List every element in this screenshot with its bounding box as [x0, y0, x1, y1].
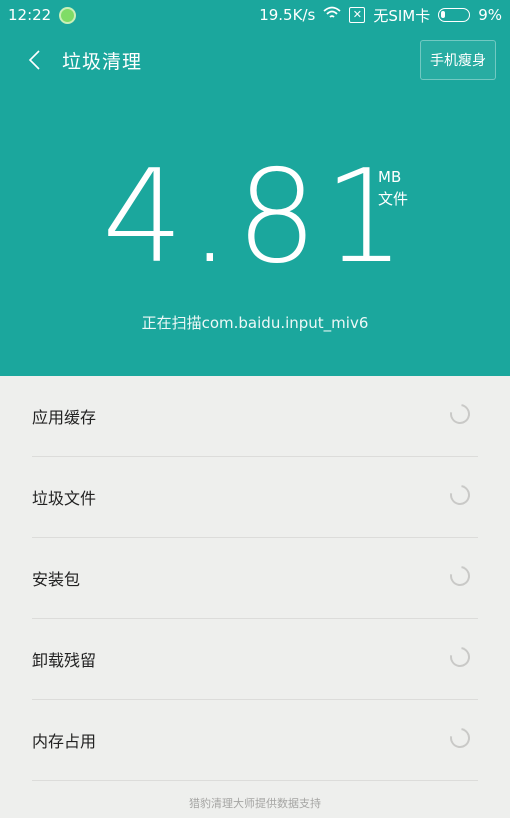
- scan-status-text: 正在扫描com.baidu.input_miv6: [141, 314, 369, 332]
- junk-category-list: 应用缓存 垃圾文件 安装包 卸载残留 内存占用 猎豹清理大师提供数据支持: [0, 376, 510, 811]
- category-install-packages[interactable]: 安装包: [32, 538, 478, 619]
- junk-size-display: 4.81 MB 文件: [102, 154, 411, 282]
- category-label: 安装包: [32, 570, 81, 589]
- status-time: 12:22: [8, 6, 52, 24]
- sim-status-text: 无SIM卡: [373, 6, 431, 25]
- junk-size-unit: MB 文件: [378, 166, 408, 210]
- category-label: 垃圾文件: [32, 489, 97, 508]
- category-label: 卸载残留: [32, 651, 97, 670]
- data-provider-footer: 猎豹清理大师提供数据支持: [189, 797, 321, 810]
- category-uninstall-residue[interactable]: 卸载残留: [32, 619, 478, 700]
- wifi-icon: [323, 6, 341, 24]
- loading-spinner-icon: [446, 562, 474, 590]
- category-memory-usage[interactable]: 内存占用: [32, 700, 478, 781]
- category-junk-files[interactable]: 垃圾文件: [32, 457, 478, 538]
- unit-file: 文件: [378, 190, 409, 208]
- page-title: 垃圾清理: [62, 50, 143, 73]
- app-header: 垃圾清理 手机瘦身: [0, 30, 510, 90]
- junk-size-value: 4.81: [102, 143, 411, 292]
- phone-slim-button[interactable]: 手机瘦身: [420, 40, 496, 80]
- battery-icon: [438, 8, 471, 22]
- status-bar: 12:22 19.5K/s ✕ 无SIM卡 9%: [0, 0, 510, 30]
- back-arrow-icon[interactable]: [14, 40, 54, 80]
- scan-header-panel: 12:22 19.5K/s ✕ 无SIM卡 9% 垃圾清理 手机瘦身 4.81 …: [0, 0, 510, 376]
- sim-status-icon: ✕: [349, 7, 366, 23]
- network-speed: 19.5K/s: [259, 6, 316, 24]
- battery-percent: 9%: [478, 6, 502, 24]
- category-label: 内存占用: [32, 732, 97, 751]
- category-label: 应用缓存: [32, 408, 97, 427]
- app-notification-icon: [59, 6, 77, 24]
- loading-spinner-icon: [446, 481, 474, 509]
- loading-spinner-icon: [446, 400, 474, 428]
- loading-spinner-icon: [446, 724, 474, 752]
- loading-spinner-icon: [446, 643, 474, 671]
- unit-mb: MB: [378, 168, 402, 186]
- category-app-cache[interactable]: 应用缓存: [32, 376, 478, 457]
